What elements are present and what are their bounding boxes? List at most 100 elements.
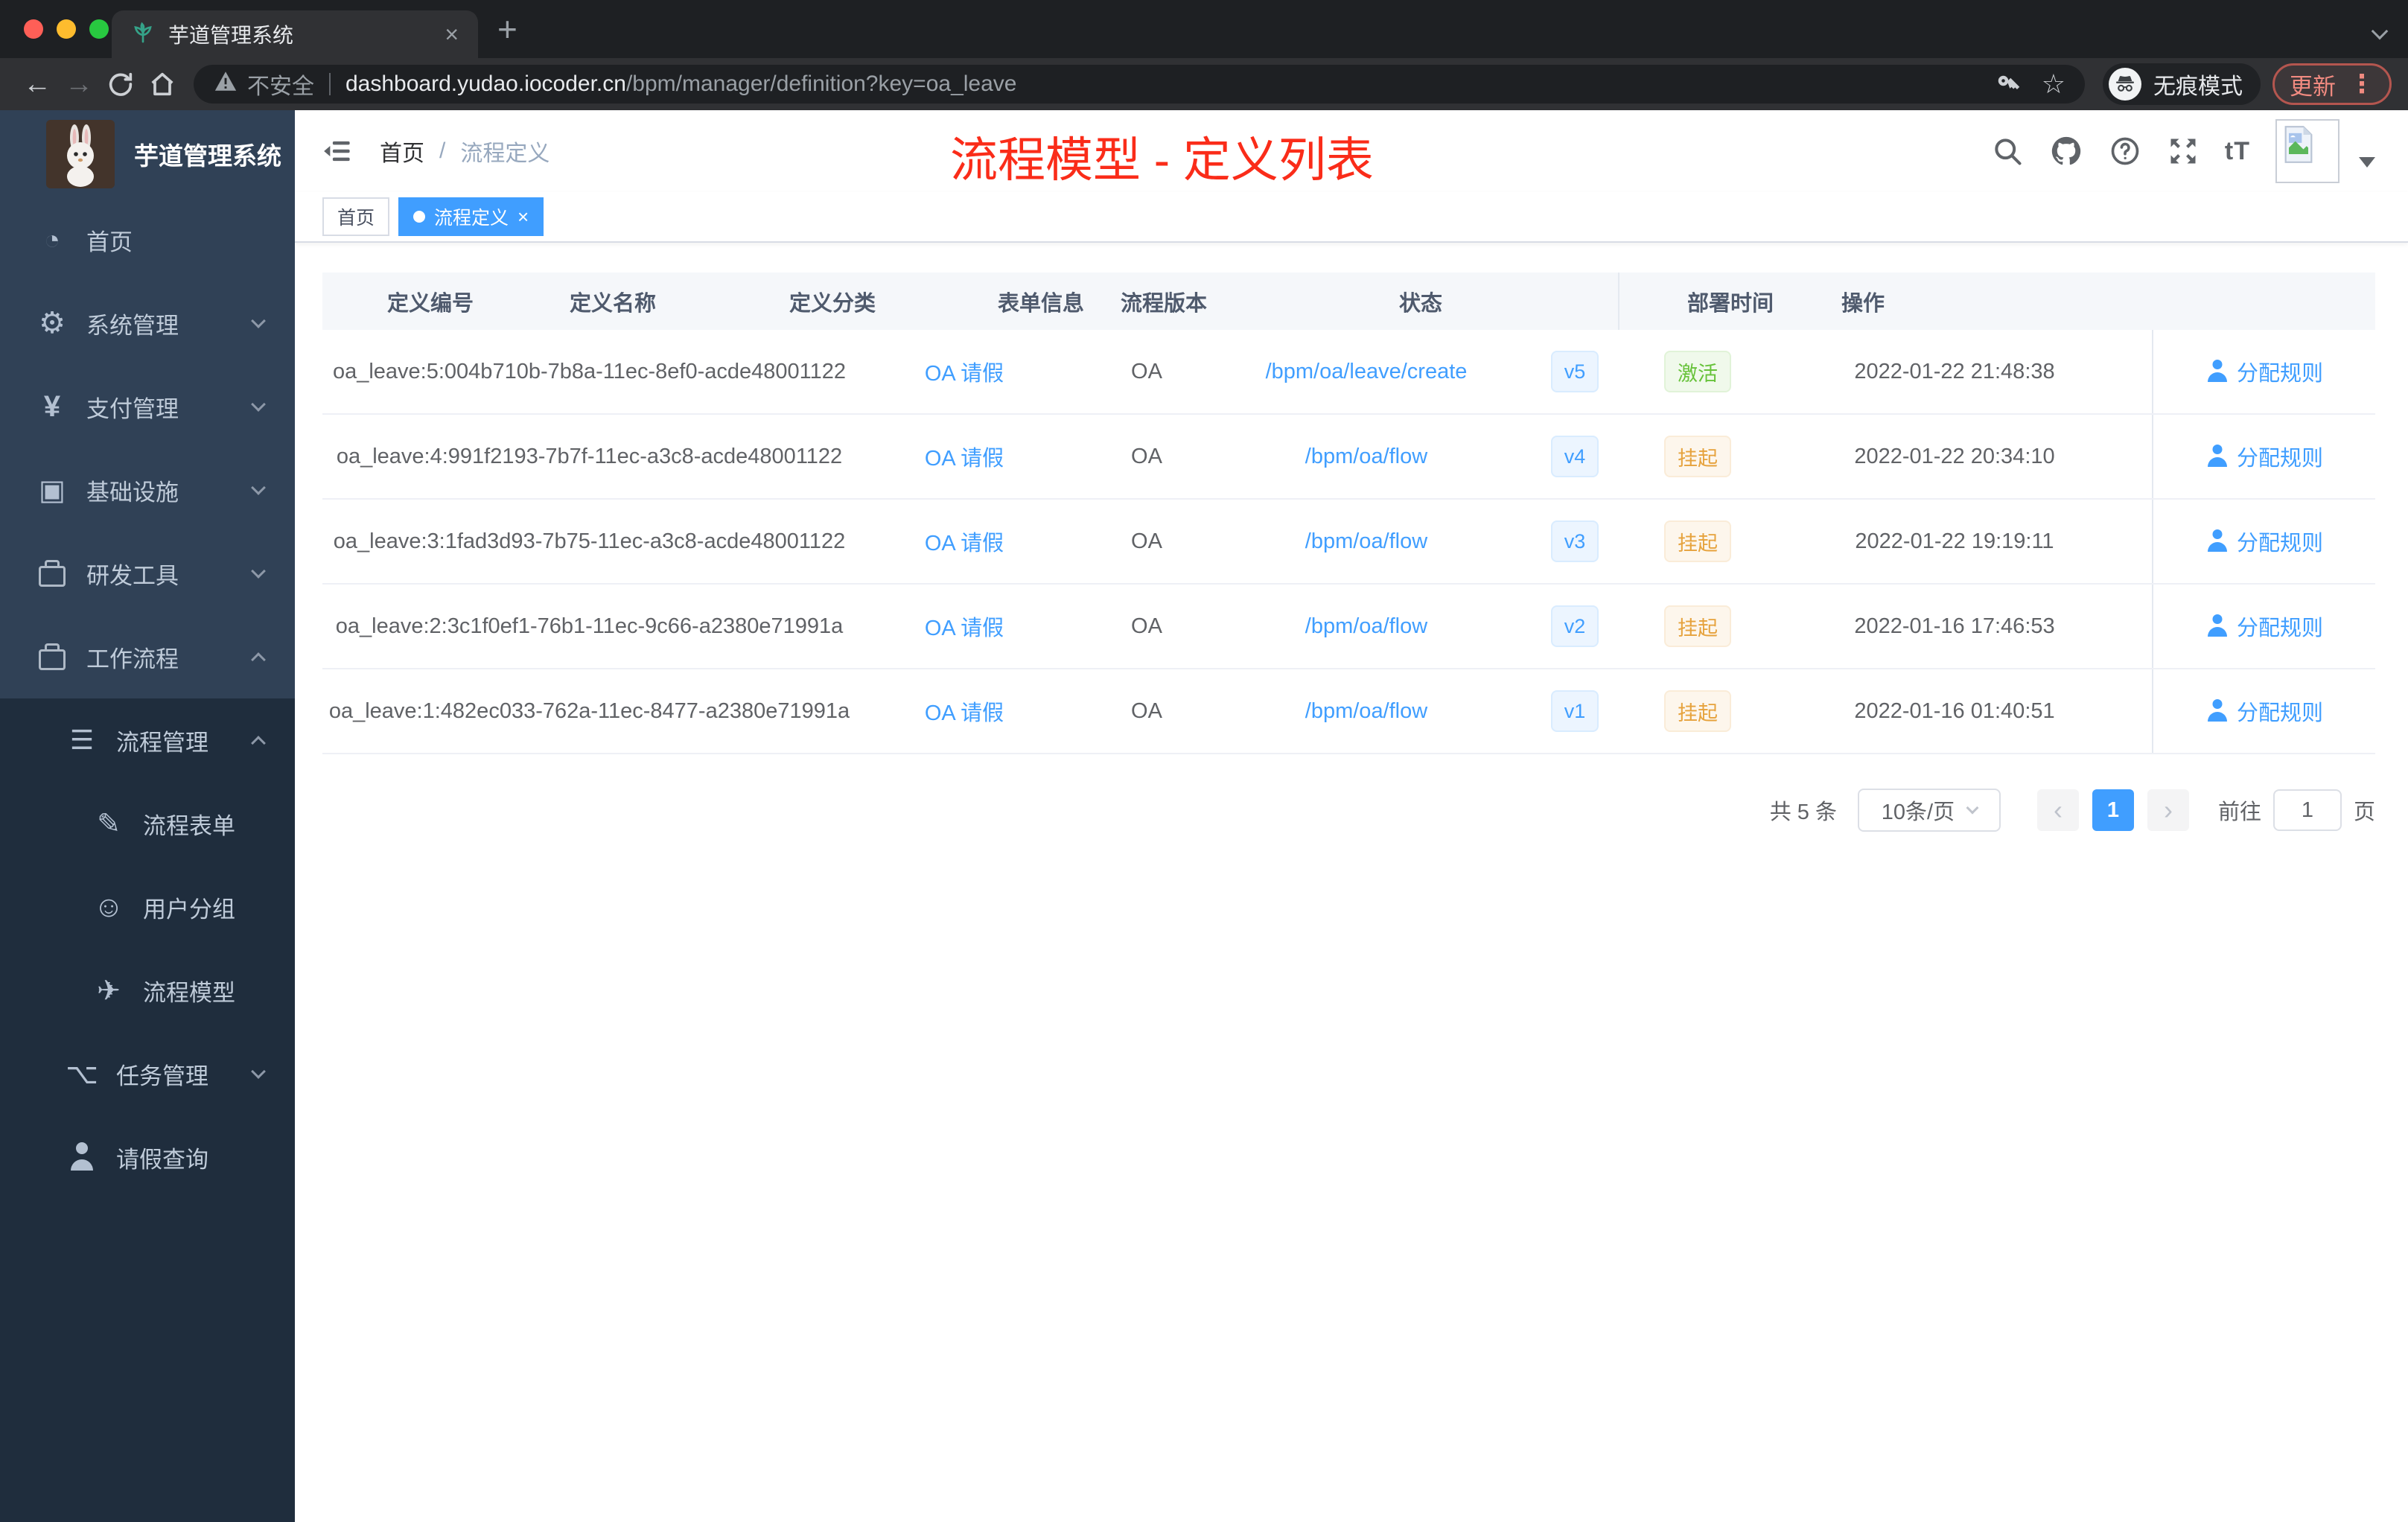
breadcrumb-home[interactable]: 首页 (380, 135, 424, 168)
close-window-button[interactable] (24, 19, 43, 39)
prev-page-button[interactable]: ‹ (2036, 789, 2079, 831)
table-row: oa_leave:3:1fad3d93-7b75-11ec-a3c8-acde4… (322, 500, 2375, 585)
form-link[interactable]: /bpm/oa/flow (1305, 614, 1427, 639)
tab-strip-chevron-down-icon[interactable] (2371, 22, 2389, 40)
definition-id: oa_leave:5:004b710b-7b8a-11ec-8ef0-acde4… (332, 359, 847, 383)
definitions-table: 定义编号 定义名称 定义分类 表单信息 流程版本 状态 部署时间 操作 oa_l… (322, 273, 2375, 754)
sidebar-item[interactable]: 研发工具 (0, 532, 295, 615)
list-icon (64, 724, 100, 757)
close-icon[interactable]: × (517, 207, 529, 226)
column-header: 表单信息 (997, 291, 1084, 316)
column-header: 状态 (1398, 291, 1442, 316)
gear-icon (34, 307, 70, 340)
assign-rule-link[interactable]: 分配规则 (2237, 526, 2323, 557)
browser-update-menu[interactable]: 更新 ⋮ (2272, 63, 2392, 105)
search-icon[interactable] (1991, 135, 2024, 168)
password-key-icon[interactable] (1995, 71, 2022, 98)
status-badge: 挂起 (1664, 605, 1731, 647)
form-link[interactable]: /bpm/oa/flow (1305, 699, 1427, 724)
security-label[interactable]: 不安全 (247, 68, 314, 101)
sidebar-item-label: 流程模型 (143, 979, 235, 1006)
deploy-time: 2022-01-16 17:46:53 (1854, 614, 2055, 638)
column-header: 定义名称 (569, 291, 656, 316)
sidebar-item-label: 请假查询 (116, 1146, 208, 1173)
kebab-menu-icon[interactable]: ⋮ (2349, 69, 2374, 99)
sidebar-item[interactable]: 系统管理 (0, 281, 295, 365)
definition-category: OA (1131, 359, 1162, 383)
sidebar-item[interactable]: 流程表单 (0, 782, 295, 865)
sidebar-item[interactable]: 流程模型 (0, 949, 295, 1032)
assign-rule-link[interactable]: 分配规则 (2237, 695, 2323, 727)
browser-toolbar: ← → 不安全 dashboard.yudao.iocoder.cn/bpm/m… (0, 58, 2408, 110)
user-icon (2205, 360, 2229, 383)
definition-name-link[interactable]: OA 请假 (925, 526, 1004, 557)
pagination: 共 5 条 10条/页 ‹ 1 › 前往 1 页 (295, 789, 2375, 832)
version-badge: v3 (1551, 520, 1599, 562)
user-avatar-broken-image[interactable] (2275, 119, 2339, 183)
reload-button[interactable] (100, 69, 141, 99)
sidebar-item-label: 工作流程 (86, 646, 179, 672)
next-page-button[interactable]: › (2147, 789, 2189, 831)
sidebar-item-label: 流程表单 (143, 812, 235, 839)
definition-name-link[interactable]: OA 请假 (925, 356, 1004, 387)
new-tab-button[interactable]: + (497, 9, 517, 49)
view-tag[interactable]: 首页 (322, 197, 390, 236)
current-page-button[interactable]: 1 (2092, 789, 2134, 831)
assign-rule-link[interactable]: 分配规则 (2237, 441, 2323, 472)
app-root: 芋道管理系统 首页 系统管理 (0, 110, 2408, 1522)
url-bar[interactable]: 不安全 dashboard.yudao.iocoder.cn/bpm/manag… (194, 65, 2085, 104)
sidebar-item[interactable]: 基础设施 (0, 448, 295, 532)
sidebar-item[interactable]: 用户分组 (0, 865, 295, 949)
definition-category: OA (1131, 698, 1162, 723)
maximize-window-button[interactable] (89, 19, 109, 39)
fullscreen-icon[interactable] (2167, 135, 2200, 168)
definition-name-link[interactable]: OA 请假 (925, 611, 1004, 642)
version-badge: v2 (1551, 605, 1599, 647)
yen-icon (34, 390, 70, 423)
font-size-icon[interactable] (2225, 137, 2250, 166)
send-icon (91, 974, 127, 1007)
close-tab-icon[interactable]: × (445, 22, 459, 46)
table-body: oa_leave:5:004b710b-7b8a-11ec-8ef0-acde4… (322, 330, 2375, 754)
definition-name-link[interactable]: OA 请假 (925, 695, 1004, 727)
avatar-dropdown-caret-icon[interactable] (2359, 157, 2375, 168)
sidebar-item-label: 研发工具 (86, 562, 179, 589)
bookmark-star-icon[interactable]: ☆ (2042, 69, 2065, 100)
forward-button[interactable]: → (58, 69, 100, 101)
header-actions (1991, 119, 2375, 183)
table-row: oa_leave:1:482ec033-762a-11ec-8477-a2380… (322, 669, 2375, 754)
back-button[interactable]: ← (16, 69, 58, 101)
definition-id: oa_leave:3:1fad3d93-7b75-11ec-a3c8-acde4… (333, 529, 846, 553)
sidebar-collapse-icon[interactable] (322, 136, 353, 167)
sidebar-submenu-background (0, 1199, 295, 1522)
view-tag[interactable]: 流程定义 × (398, 197, 544, 236)
home-button[interactable] (141, 69, 183, 99)
goto-label: 前往 (2217, 800, 2261, 824)
sidebar-item[interactable]: 请假查询 (0, 1115, 295, 1199)
form-link[interactable]: /bpm/oa/leave/create (1266, 360, 1468, 384)
goto-page-input[interactable]: 1 (2272, 789, 2342, 831)
definition-name-link[interactable]: OA 请假 (925, 441, 1004, 472)
form-link[interactable]: /bpm/oa/flow (1305, 529, 1427, 554)
help-icon[interactable] (2109, 135, 2141, 168)
favicon-plant-icon (131, 21, 155, 48)
robot-icon (91, 891, 127, 923)
tab-title: 芋道管理系统 (168, 24, 294, 47)
browser-tab[interactable]: 芋道管理系统 × (112, 10, 478, 58)
sidebar-item[interactable]: 首页 (0, 198, 295, 281)
sidebar-item[interactable]: 任务管理 (0, 1032, 295, 1115)
assign-rule-link[interactable]: 分配规则 (2237, 356, 2323, 387)
minimize-window-button[interactable] (57, 19, 76, 39)
sidebar-item-label: 支付管理 (86, 395, 179, 422)
incognito-icon (2109, 68, 2141, 101)
sidebar-item[interactable]: 流程管理 (0, 698, 295, 782)
update-label[interactable]: 更新 (2290, 68, 2336, 101)
form-link[interactable]: /bpm/oa/flow (1305, 445, 1427, 469)
sidebar-item[interactable]: 工作流程 (0, 615, 295, 698)
page-size-select[interactable]: 10条/页 (1857, 789, 2001, 832)
github-icon[interactable] (2049, 134, 2083, 168)
sidebar-item[interactable]: 支付管理 (0, 365, 295, 448)
page-header: 首页 / 流程定义 流程模型 - 定义列表 (295, 110, 2408, 192)
page-size-value: 10条/页 (1881, 800, 1955, 824)
assign-rule-link[interactable]: 分配规则 (2237, 611, 2323, 642)
